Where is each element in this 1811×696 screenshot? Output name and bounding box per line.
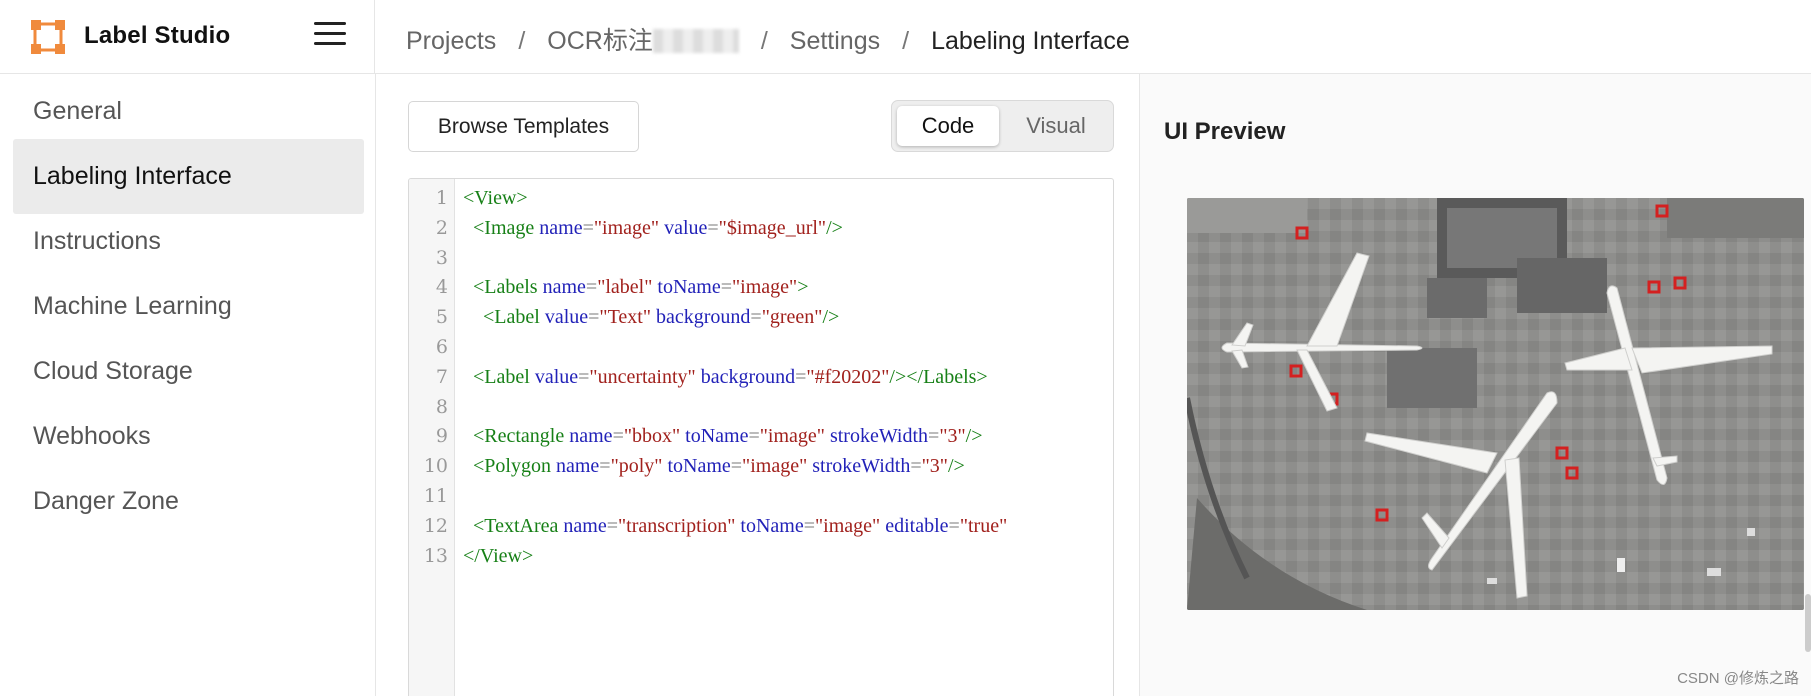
- line-number: 2: [435, 216, 448, 239]
- code-line[interactable]: <Label value="Text" background="green"/>: [463, 306, 839, 329]
- label-studio-logo-icon: [31, 20, 65, 54]
- brand-area: Label Studio: [0, 0, 375, 74]
- code-line[interactable]: <Image name="image" value="$image_url"/>: [463, 217, 843, 240]
- line-number: 11: [423, 485, 448, 507]
- breadcrumb-separator: /: [760, 27, 768, 55]
- line-number: 12: [423, 514, 448, 537]
- sidebar-item-machine-learning[interactable]: Machine Learning: [13, 269, 364, 344]
- scrollbar-handle[interactable]: [1805, 594, 1811, 652]
- code-line[interactable]: <Polygon name="poly" toName="image" stro…: [463, 455, 965, 478]
- breadcrumb-projects[interactable]: Projects: [406, 27, 496, 55]
- settings-sidebar: General Labeling Interface Instructions …: [0, 74, 376, 696]
- sidebar-item-labeling-interface[interactable]: Labeling Interface: [13, 139, 364, 214]
- line-number: 3: [435, 246, 448, 269]
- code-editor[interactable]: 1 2 3 4 5 6 7 8 9 10 11 12 13 <View> <Image name="im…: [408, 178, 1114, 696]
- breadcrumb-separator: /: [902, 27, 910, 55]
- config-editor-panel: Browse Templates Code Visual 1 2 3 4 5 6 7 8 9 10…: [376, 74, 1140, 696]
- line-number: 6: [435, 336, 448, 358]
- code-mode-button[interactable]: Code: [897, 106, 999, 146]
- line-number-gutter: 1 2 3 4 5 6 7 8 9 10 11 12 13: [409, 179, 455, 696]
- preview-title: UI Preview: [1164, 118, 1286, 145]
- hamburger-menu-icon[interactable]: [314, 22, 346, 50]
- line-number: 10: [423, 455, 448, 478]
- line-number: 9: [435, 425, 448, 448]
- sidebar-item-webhooks[interactable]: Webhooks: [13, 399, 364, 474]
- watermark: CSDN @修炼之路: [1677, 670, 1799, 687]
- visual-mode-button[interactable]: Visual: [1002, 106, 1110, 146]
- breadcrumb-settings[interactable]: Settings: [790, 27, 880, 55]
- line-number: 13: [423, 544, 448, 567]
- code-line[interactable]: <Label value="uncertainty" background="#…: [463, 366, 988, 389]
- code-line[interactable]: <View>: [463, 187, 528, 210]
- code-line[interactable]: </View>: [463, 545, 533, 568]
- line-number: 5: [435, 306, 448, 329]
- sidebar-item-cloud-storage[interactable]: Cloud Storage: [13, 334, 364, 409]
- breadcrumb-separator: /: [518, 27, 526, 55]
- app-name: Label Studio: [84, 22, 231, 49]
- redacted-text: [652, 29, 739, 53]
- mode-toggle: Code Visual: [891, 100, 1114, 152]
- preview-image[interactable]: [1187, 198, 1804, 610]
- code-content[interactable]: <View> <Image name="image" value="$image…: [463, 179, 1113, 696]
- breadcrumb-project[interactable]: OCR标注: [547, 27, 739, 55]
- sidebar-item-instructions[interactable]: Instructions: [13, 204, 364, 279]
- line-number: 4: [435, 276, 448, 299]
- top-header: Label Studio Projects / OCR标注 / Settings / Lab…: [0, 0, 1811, 74]
- line-number: 7: [435, 365, 448, 388]
- ui-preview-panel: UI Preview CSDN @修炼之路: [1140, 74, 1811, 696]
- code-line[interactable]: <Rectangle name="bbox" toName="image" st…: [463, 425, 983, 448]
- breadcrumb: Projects / OCR标注 / Settings / Labeling Interfa…: [406, 21, 1130, 57]
- line-number: 8: [435, 395, 448, 418]
- sidebar-item-general[interactable]: General: [13, 74, 364, 149]
- browse-templates-button[interactable]: Browse Templates: [408, 101, 639, 152]
- breadcrumb-project-label: OCR标注: [547, 27, 653, 55]
- code-line[interactable]: <TextArea name="transcription" toName="i…: [463, 515, 1007, 538]
- line-number: 1: [435, 187, 448, 209]
- breadcrumb-current: Labeling Interface: [931, 27, 1130, 55]
- sidebar-item-danger-zone[interactable]: Danger Zone: [13, 464, 364, 539]
- code-line[interactable]: <Labels name="label" toName="image">: [463, 276, 808, 299]
